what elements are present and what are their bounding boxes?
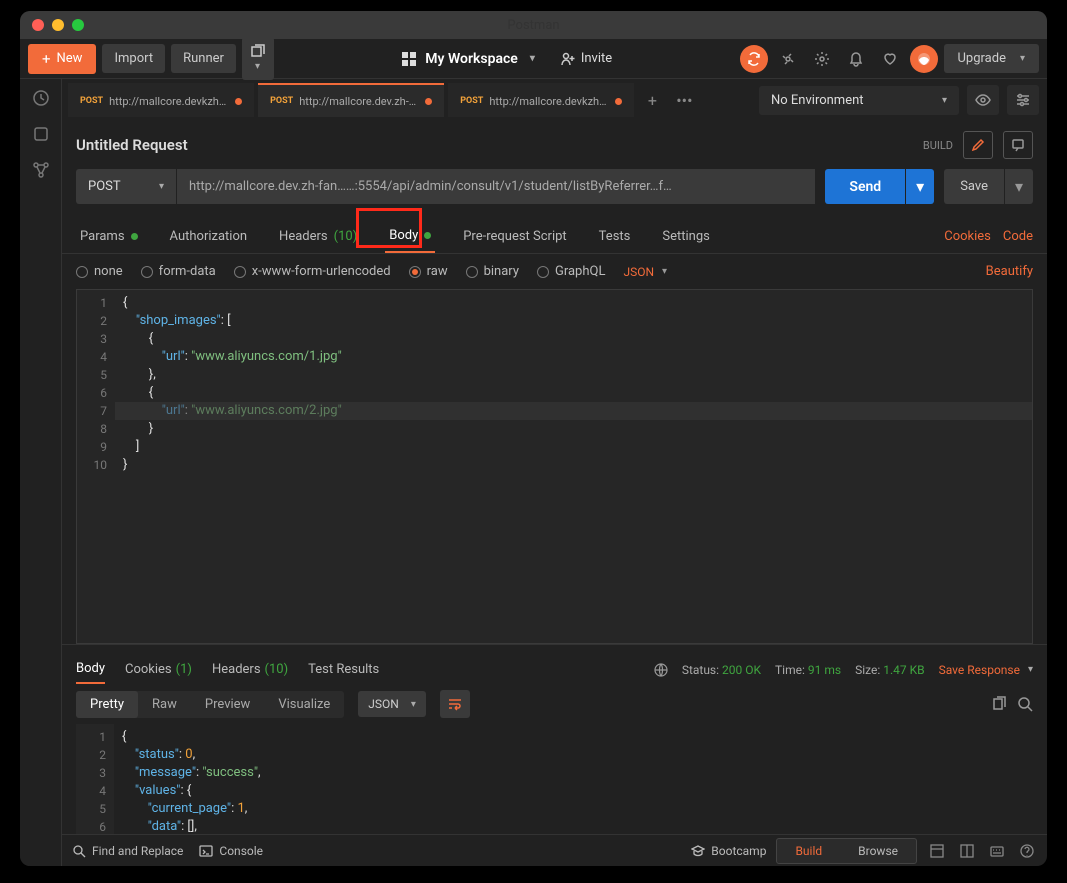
settings-icon[interactable]	[808, 45, 836, 73]
send-dropdown[interactable]: ▾	[906, 169, 934, 204]
environment-quicklook-icon[interactable]	[967, 85, 999, 115]
resp-tab-headers[interactable]: Headers(10)	[212, 656, 288, 683]
build-browse-toggle[interactable]: Build Browse	[776, 838, 917, 864]
tab-more[interactable]: •••	[670, 86, 698, 114]
tab-body[interactable]: Body	[385, 220, 435, 253]
tab-2[interactable]: POSThttp://mallcore.devkzhafun…	[448, 83, 634, 117]
size-label: Size: 1.47 KB	[855, 663, 925, 677]
comments-icon[interactable]	[1003, 131, 1033, 159]
shortcuts-icon[interactable]	[987, 844, 1007, 858]
help-icon[interactable]	[1017, 844, 1037, 858]
resp-tab-testresults[interactable]: Test Results	[308, 656, 379, 683]
url-input[interactable]	[177, 169, 815, 204]
cookies-link[interactable]: Cookies	[944, 229, 991, 244]
view-pretty[interactable]: Pretty	[76, 691, 138, 718]
unsaved-dot	[425, 98, 432, 105]
request-body-editor[interactable]: 12345678910 { "shop_images": [ { "url": …	[76, 289, 1033, 644]
toggle-build[interactable]: Build	[777, 839, 840, 863]
copy-icon[interactable]	[991, 696, 1007, 712]
build-label: BUILD	[923, 139, 953, 152]
notifications-icon[interactable]	[842, 45, 870, 73]
unsaved-dot	[235, 98, 242, 105]
radio-graphql[interactable]: GraphQL	[537, 264, 605, 279]
toggle-browse[interactable]: Browse	[840, 839, 916, 863]
save-button[interactable]: Save	[944, 169, 1004, 204]
tab-0[interactable]: POSThttp://mallcore.devkzhafun…	[68, 83, 254, 117]
code-link[interactable]: Code	[1003, 229, 1033, 244]
tab-headers[interactable]: Headers (10)	[275, 221, 361, 252]
favorite-icon[interactable]	[876, 45, 904, 73]
user-avatar[interactable]	[910, 45, 938, 73]
tab-authorization[interactable]: Authorization	[166, 221, 252, 252]
bootcamp[interactable]: Bootcamp	[691, 844, 766, 858]
tab-params[interactable]: Params	[76, 221, 142, 252]
globe-icon[interactable]	[654, 663, 668, 677]
tab-settings[interactable]: Settings	[658, 221, 713, 252]
request-name[interactable]: Untitled Request	[76, 136, 188, 154]
view-raw[interactable]: Raw	[138, 691, 191, 718]
statusbar: Find and Replace Console Bootcamp Build …	[62, 834, 1047, 866]
beautify-link[interactable]: Beautify	[986, 264, 1033, 279]
body-format-select[interactable]: JSON▾	[623, 265, 667, 279]
workspace-selector[interactable]: My Workspace▾	[401, 51, 535, 67]
runner-button[interactable]: Runner	[171, 44, 236, 73]
window-title: Postman	[20, 18, 1047, 33]
environment-selector[interactable]: No Environment▾	[759, 86, 959, 115]
save-dropdown[interactable]: ▾	[1005, 169, 1033, 204]
window-close[interactable]	[32, 19, 44, 31]
response-body-editor[interactable]: 123456 { "status": 0, "message": "succes…	[76, 724, 1033, 834]
tab-prerequest[interactable]: Pre-request Script	[459, 221, 570, 252]
view-preview[interactable]: Preview	[191, 691, 264, 718]
radio-none[interactable]: none	[76, 264, 123, 279]
save-response[interactable]: Save Response ▾	[939, 663, 1033, 677]
tab-tests[interactable]: Tests	[595, 221, 635, 252]
line-gutter: 12345678910	[77, 290, 115, 643]
body-type-row: none form-data x-www-form-urlencoded raw…	[62, 254, 1047, 289]
radio-raw[interactable]: raw	[409, 264, 448, 279]
invite-button[interactable]: Invite	[561, 51, 612, 66]
collections-icon[interactable]	[32, 125, 50, 143]
resp-tab-body[interactable]: Body	[76, 655, 105, 684]
console[interactable]: Console	[199, 844, 263, 858]
history-icon[interactable]	[32, 89, 50, 107]
new-button[interactable]: New	[28, 44, 96, 74]
import-button[interactable]: Import	[102, 44, 165, 73]
main-toolbar: New Import Runner ▾ My Workspace▾ Invite…	[20, 39, 1047, 79]
left-sidebar	[20, 79, 62, 866]
edit-icon[interactable]	[963, 131, 993, 159]
status-label: Status: 200 OK	[682, 663, 761, 677]
environment-settings-icon[interactable]	[1007, 85, 1039, 115]
request-tabs: POSThttp://mallcore.devkzhafun… POSThttp…	[62, 83, 759, 117]
titlebar: Postman	[20, 11, 1047, 39]
response-format-select[interactable]: JSON▾	[358, 691, 426, 717]
window-minimize[interactable]	[52, 19, 64, 31]
pane-single-icon[interactable]	[927, 844, 947, 858]
request-sub-tabs: Params Authorization Headers (10) Body P…	[62, 214, 1047, 254]
apis-icon[interactable]	[32, 161, 50, 179]
capture-icon[interactable]	[774, 45, 802, 73]
resp-tab-cookies[interactable]: Cookies(1)	[125, 656, 192, 683]
line-gutter: 123456	[76, 724, 114, 834]
unsaved-dot	[615, 98, 622, 105]
open-new-button[interactable]: ▾	[242, 37, 274, 80]
find-replace[interactable]: Find and Replace	[72, 844, 183, 858]
send-button[interactable]: Send	[825, 169, 905, 204]
sync-button[interactable]	[740, 45, 768, 73]
method-select[interactable]: POST▾	[76, 169, 176, 204]
wrap-lines-icon[interactable]	[440, 690, 470, 718]
time-label: Time: 91 ms	[775, 663, 841, 677]
radio-binary[interactable]: binary	[466, 264, 519, 279]
tab-add[interactable]: +	[638, 86, 666, 114]
response-view-tabs: Pretty Raw Preview Visualize	[76, 691, 344, 718]
radio-form-data[interactable]: form-data	[141, 264, 216, 279]
tab-1[interactable]: POSThttp://mallcore.dev.zh-fan…	[258, 83, 444, 117]
search-response-icon[interactable]	[1017, 696, 1033, 712]
pane-double-icon[interactable]	[957, 844, 977, 858]
response-tabs: Body Cookies(1) Headers(10) Test Results…	[62, 644, 1047, 684]
radio-urlencoded[interactable]: x-www-form-urlencoded	[234, 264, 391, 279]
window-maximize[interactable]	[72, 19, 84, 31]
upgrade-button[interactable]: Upgrade▾	[944, 44, 1040, 73]
view-visualize[interactable]: Visualize	[264, 691, 344, 718]
